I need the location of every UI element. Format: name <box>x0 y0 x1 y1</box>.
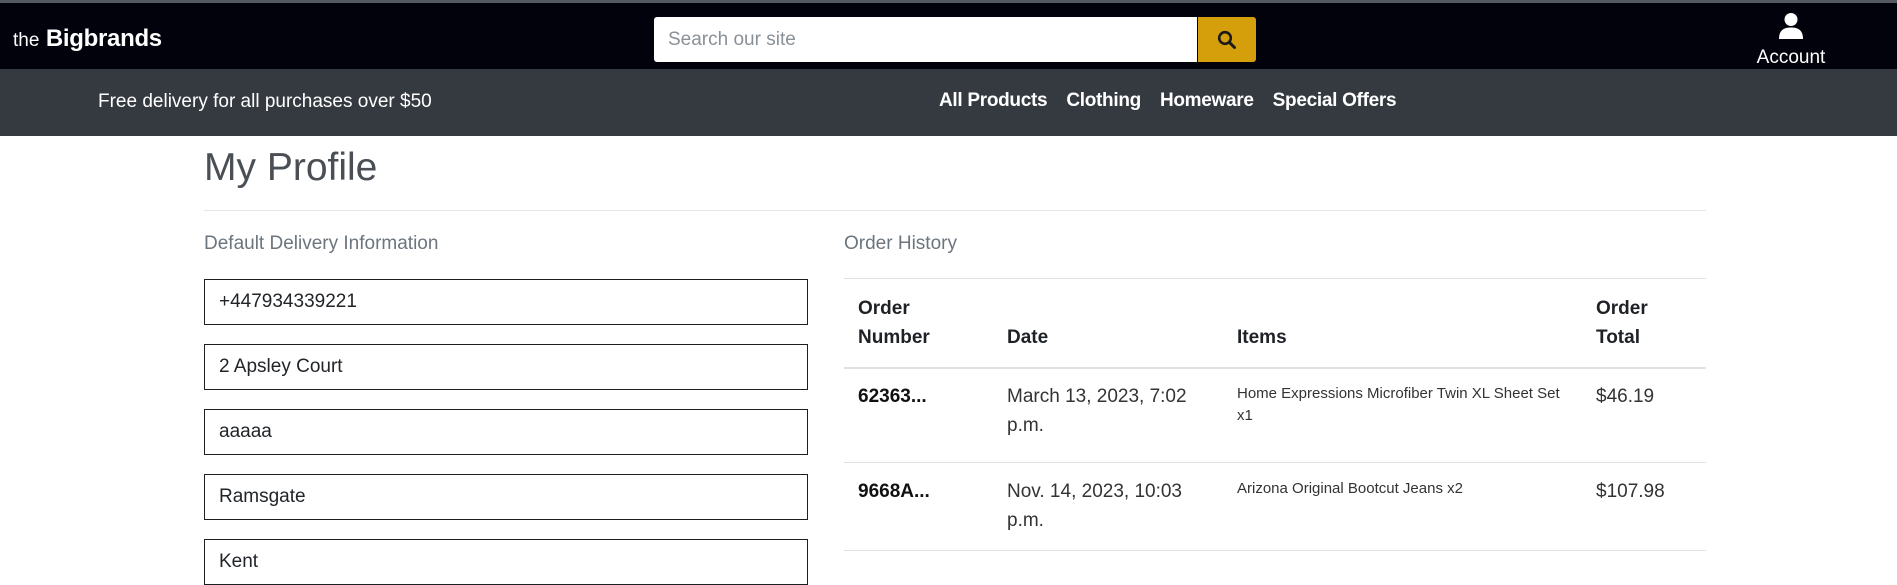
order-date: March 13, 2023, 7:02 p.m. <box>1007 386 1187 436</box>
search-button[interactable] <box>1198 17 1256 62</box>
delivery-banner: Free delivery for all purchases over $50 <box>98 91 432 112</box>
nav-all-products[interactable]: All Products <box>939 90 1048 112</box>
account-label: Account <box>1756 47 1826 68</box>
order-date: Nov. 14, 2023, 10:03 p.m. <box>1007 481 1182 531</box>
account-button[interactable]: Account <box>1745 12 1837 69</box>
order-number-link[interactable]: 62363... <box>858 386 927 408</box>
search-input[interactable] <box>654 17 1197 62</box>
delivery-heading: Default Delivery Information <box>204 233 439 254</box>
brand-name: Bigbrands <box>45 25 162 52</box>
column-order-number: Order Number <box>858 298 930 348</box>
nav-homeware[interactable]: Homeware <box>1160 90 1254 112</box>
order-total: $46.19 <box>1596 386 1655 407</box>
street-address-2-field[interactable] <box>204 409 808 455</box>
phone-field[interactable] <box>204 279 808 325</box>
column-order-total: Order Total <box>1596 298 1648 348</box>
nav-clothing[interactable]: Clothing <box>1066 90 1141 112</box>
top-header: the Bigbrands Account <box>0 0 1897 69</box>
row-divider <box>844 462 1706 463</box>
nav-links: All Products Clothing Homeware Special O… <box>939 90 1415 112</box>
street-address-1-field[interactable] <box>204 344 808 390</box>
divider <box>204 210 1706 211</box>
brand-prefix: the <box>13 30 40 51</box>
county-field[interactable] <box>204 539 808 585</box>
search-icon <box>1217 30 1236 49</box>
column-items: Items <box>1237 327 1287 348</box>
order-items: Arizona Original Bootcut Jeans x2 <box>1237 480 1463 497</box>
user-icon <box>1779 13 1803 39</box>
brand-logo[interactable]: the Bigbrands <box>13 25 162 53</box>
page-title: My Profile <box>204 146 378 189</box>
order-items: Home Expressions Microfiber Twin XL Shee… <box>1237 385 1560 424</box>
main-nav: Free delivery for all purchases over $50… <box>0 69 1897 136</box>
row-divider <box>844 550 1706 551</box>
town-city-field[interactable] <box>204 474 808 520</box>
table-header-divider <box>844 367 1706 369</box>
order-number-link[interactable]: 9668A... <box>858 481 930 503</box>
order-total: $107.98 <box>1596 481 1665 502</box>
table-divider <box>844 278 1706 279</box>
nav-special-offers[interactable]: Special Offers <box>1273 90 1397 112</box>
column-date: Date <box>1007 327 1049 348</box>
order-history-heading: Order History <box>844 233 957 254</box>
